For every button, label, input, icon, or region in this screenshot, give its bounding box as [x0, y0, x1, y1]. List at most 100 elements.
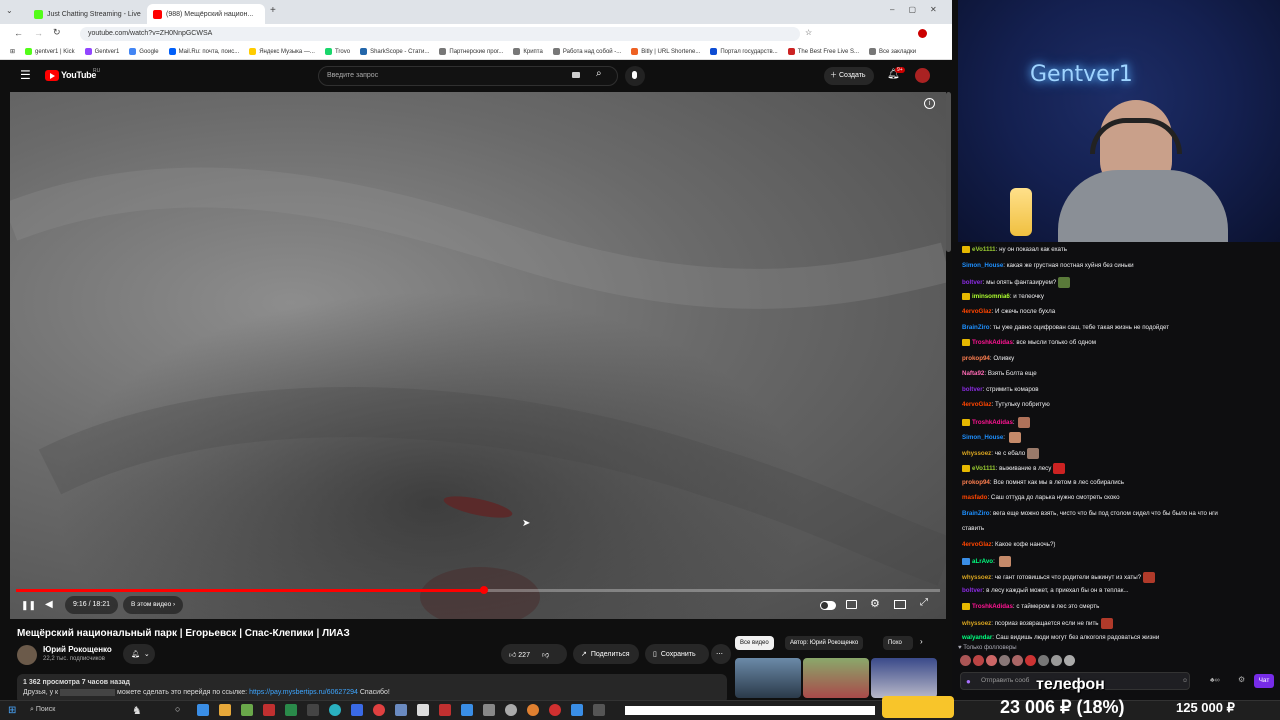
thumbs-down-icon[interactable]: 👎︎ — [542, 650, 549, 659]
miniplayer-icon[interactable] — [894, 600, 906, 609]
channel-avatar[interactable] — [17, 645, 37, 665]
page-scrollbar[interactable] — [946, 92, 951, 252]
chat-username[interactable]: TroshkAdidas — [972, 339, 1013, 346]
forward-icon[interactable]: → — [34, 28, 43, 38]
reload-icon[interactable]: ↻ — [53, 27, 61, 38]
chat-username[interactable]: iminsomnia6 — [972, 293, 1010, 300]
new-tab-button[interactable]: + — [270, 5, 276, 16]
donation-link[interactable]: https://pay.mysbertips.ru/60627294 — [249, 689, 358, 696]
address-bar[interactable]: youtube.com/watch?v=ZH0NnpGCWSA — [80, 27, 800, 41]
chat-username[interactable]: TroshkAdidas — [972, 603, 1013, 610]
volume-icon[interactable]: ◀︎ — [45, 599, 53, 610]
chat-username[interactable]: TroshkAdidas — [972, 419, 1013, 426]
chat-username[interactable]: 4ervoGlaz — [962, 401, 992, 408]
bookmark-item[interactable]: Яндекс Музыка —... — [249, 48, 315, 55]
menu-icon[interactable]: ☰ — [20, 68, 31, 82]
tab-kick[interactable]: Just Chatting Streaming - Live — [28, 4, 146, 24]
chat-username[interactable]: 4ervoGlaz — [962, 308, 992, 315]
subtitles-icon[interactable] — [846, 600, 857, 609]
tab-youtube[interactable]: (988) Мещёрский национ... — [147, 4, 265, 24]
app-icon[interactable] — [351, 704, 363, 716]
chat-settings-icon[interactable]: ⚙ — [1238, 675, 1245, 684]
save-button[interactable]: ▯ Сохранить — [645, 644, 709, 664]
app-icon[interactable] — [307, 704, 319, 716]
related-thumbnail[interactable] — [871, 658, 937, 698]
app-icon[interactable] — [263, 704, 275, 716]
bookmark-item[interactable]: Bitly | URL Shortene... — [631, 48, 700, 55]
chip-all-videos[interactable]: Все видео — [735, 636, 774, 650]
chat-username[interactable]: BrainZiro — [962, 510, 990, 517]
emote-picker-icon[interactable]: ☺ — [1182, 678, 1188, 684]
chip-author[interactable]: Автор: Юрий Рокощенко — [785, 636, 864, 650]
bookmark-item[interactable]: Все закладки — [869, 48, 916, 55]
app-icon[interactable] — [483, 704, 495, 716]
account-avatar[interactable] — [915, 68, 930, 83]
youtube-logo-icon[interactable] — [45, 70, 59, 81]
taskbar-search[interactable]: ⌕ Поиск — [30, 706, 55, 714]
chat-username[interactable]: Nafta92 — [962, 370, 984, 377]
video-player[interactable]: i ➤ ❚❚ ◀︎ 9:16 / 18:21 В этом видео › ⚙ … — [10, 92, 946, 619]
chat-username[interactable]: whyssoez — [962, 450, 991, 457]
chat-username[interactable]: masfado — [962, 494, 987, 501]
chevron-right-icon[interactable]: › — [920, 637, 923, 646]
bookmark-item[interactable]: The Best Free Live S... — [787, 48, 859, 55]
task-view-icon[interactable]: ○ — [175, 704, 180, 714]
app-icon[interactable] — [527, 704, 539, 716]
chat-username[interactable]: prokop94 — [962, 355, 990, 362]
settings-gear-icon[interactable]: ⚙ — [870, 597, 880, 610]
chat-username[interactable]: whyssoez — [962, 574, 991, 581]
app-icon[interactable] — [549, 704, 561, 716]
bookmark-item[interactable]: Google — [129, 48, 159, 55]
bookmark-item[interactable]: Gentver1 — [84, 48, 119, 55]
bookmark-item[interactable]: Mail.Ru: почта, поис... — [168, 48, 239, 55]
share-button[interactable]: ↗ Поделиться — [573, 644, 639, 664]
app-icon[interactable] — [395, 704, 407, 716]
app-icon[interactable] — [197, 704, 209, 716]
bookmark-item[interactable]: Портал государств... — [710, 48, 778, 55]
app-icon[interactable] — [241, 704, 253, 716]
window-controls[interactable]: –▢✕ — [890, 5, 951, 14]
app-icon[interactable] — [439, 704, 451, 716]
info-icon[interactable]: i — [924, 98, 935, 109]
app-icon[interactable] — [329, 704, 341, 716]
subscribe-bell-button[interactable]: 🔔︎ ⌄ — [123, 644, 155, 664]
star-icon[interactable]: ☆ — [805, 28, 812, 37]
back-icon[interactable]: ← — [14, 28, 23, 38]
bookmark-item[interactable]: SharkScope - Стати... — [360, 48, 429, 55]
chat-username[interactable]: prokop94 — [962, 479, 990, 486]
related-thumbnail[interactable] — [735, 658, 801, 698]
like-button[interactable]: 👍︎ 227 — [509, 650, 530, 659]
app-icon[interactable] — [417, 704, 429, 716]
channel-points-icon[interactable]: ♣∞ — [1210, 677, 1220, 684]
app-icon[interactable] — [461, 704, 473, 716]
more-actions-button[interactable]: ⋯ — [711, 644, 731, 664]
chat-username[interactable]: boltver — [962, 587, 983, 594]
voice-search-button[interactable] — [625, 66, 645, 86]
profile-avatar[interactable] — [918, 29, 927, 38]
apps-grid-icon[interactable]: ⊞ — [10, 48, 15, 55]
chip-similar[interactable]: Похо — [883, 636, 913, 650]
bookmark-item[interactable]: Крипта — [513, 48, 543, 55]
bookmark-item[interactable]: gentver1 | Kick — [25, 48, 75, 55]
chat-username[interactable]: boltver — [962, 279, 983, 286]
chat-username[interactable]: walyandar — [962, 634, 992, 641]
chat-username[interactable]: boltver — [962, 386, 983, 393]
chat-username[interactable]: Simon_House — [962, 262, 1003, 269]
app-icon[interactable] — [285, 704, 297, 716]
chat-username[interactable]: aLrAvo — [972, 558, 993, 565]
bookmark-item[interactable]: Работа над собой -... — [552, 48, 621, 55]
chapter-button[interactable]: В этом видео › — [123, 596, 184, 614]
keyboard-icon[interactable] — [572, 72, 580, 78]
app-icon[interactable] — [505, 704, 517, 716]
chat-username[interactable]: eVo1111 — [972, 465, 996, 472]
pause-icon[interactable]: ❚❚ — [21, 600, 36, 611]
app-icon[interactable] — [571, 704, 583, 716]
youtube-logo-text[interactable]: YouTube — [61, 70, 96, 80]
channel-name[interactable]: Юрий Рокощенко — [43, 645, 112, 654]
app-icon[interactable] — [219, 704, 231, 716]
chat-username[interactable]: 4ervoGlaz — [962, 541, 992, 548]
chat-username[interactable]: whyssoez — [962, 620, 991, 627]
chat-send-button[interactable]: Чат — [1254, 674, 1274, 688]
tab-search-icon[interactable]: ⌄ — [6, 6, 16, 16]
chrome-icon[interactable] — [373, 704, 385, 716]
